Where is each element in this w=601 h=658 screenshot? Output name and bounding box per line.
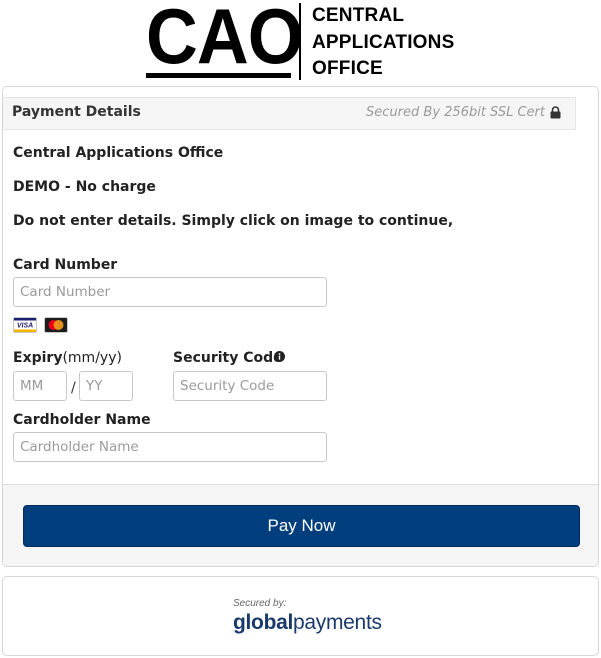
logo-divider	[299, 3, 301, 80]
cao-logo: CAO CENTRAL APPLICATIONS OFFICE	[0, 0, 601, 84]
globalpayments-logo: globalpayments	[233, 611, 382, 635]
panel-title: Payment Details	[12, 104, 141, 120]
mastercard-icon	[44, 317, 68, 333]
logo-org-name: CENTRAL APPLICATIONS OFFICE	[312, 3, 454, 83]
info-icon[interactable]	[274, 351, 285, 362]
lock-icon	[550, 106, 561, 119]
expiry-separator: /	[71, 380, 76, 396]
logo-brand-payments: payments	[293, 611, 382, 634]
svg-text:VISA: VISA	[17, 323, 33, 330]
logo-abbreviation: CAO	[146, 0, 304, 80]
payment-panel: Payment Details Secured By 256bit SSL Ce…	[2, 86, 599, 567]
pay-now-button[interactable]: Pay Now	[23, 505, 580, 547]
card-number-input[interactable]	[13, 277, 327, 307]
expiry-label: Expiry(mm/yy)	[13, 350, 122, 366]
logo-underline	[146, 73, 291, 78]
security-code-input[interactable]	[173, 371, 327, 401]
logo-brand-global: global	[233, 611, 294, 634]
panel-footer: Pay Now	[3, 484, 598, 566]
secured-by-text: Secured by:	[233, 598, 287, 609]
expiry-year-input[interactable]	[79, 371, 133, 401]
logo-line-2: APPLICATIONS	[312, 31, 455, 53]
instruction-text: Do not enter details. Simply click on im…	[13, 213, 454, 229]
expiry-format-hint: (mm/yy)	[62, 350, 122, 366]
ssl-notice: Secured By 256bit SSL Cert	[366, 105, 545, 120]
org-name-text: Central Applications Office	[13, 145, 224, 161]
cardholder-name-label: Cardholder Name	[13, 412, 151, 428]
cardholder-name-input[interactable]	[13, 432, 327, 462]
demo-text: DEMO - No charge	[13, 179, 156, 195]
secured-by-panel: Secured by: globalpayments	[2, 576, 599, 656]
logo-line-1: CENTRAL	[312, 5, 405, 26]
expiry-month-input[interactable]	[13, 371, 67, 401]
expiry-label-text: Expiry	[13, 350, 63, 366]
security-code-label: Security Code	[173, 350, 283, 366]
panel-header: Payment Details Secured By 256bit SSL Ce…	[3, 97, 576, 130]
visa-icon: VISA	[13, 317, 37, 333]
logo-line-3: OFFICE	[312, 58, 383, 79]
card-number-label: Card Number	[13, 257, 118, 273]
